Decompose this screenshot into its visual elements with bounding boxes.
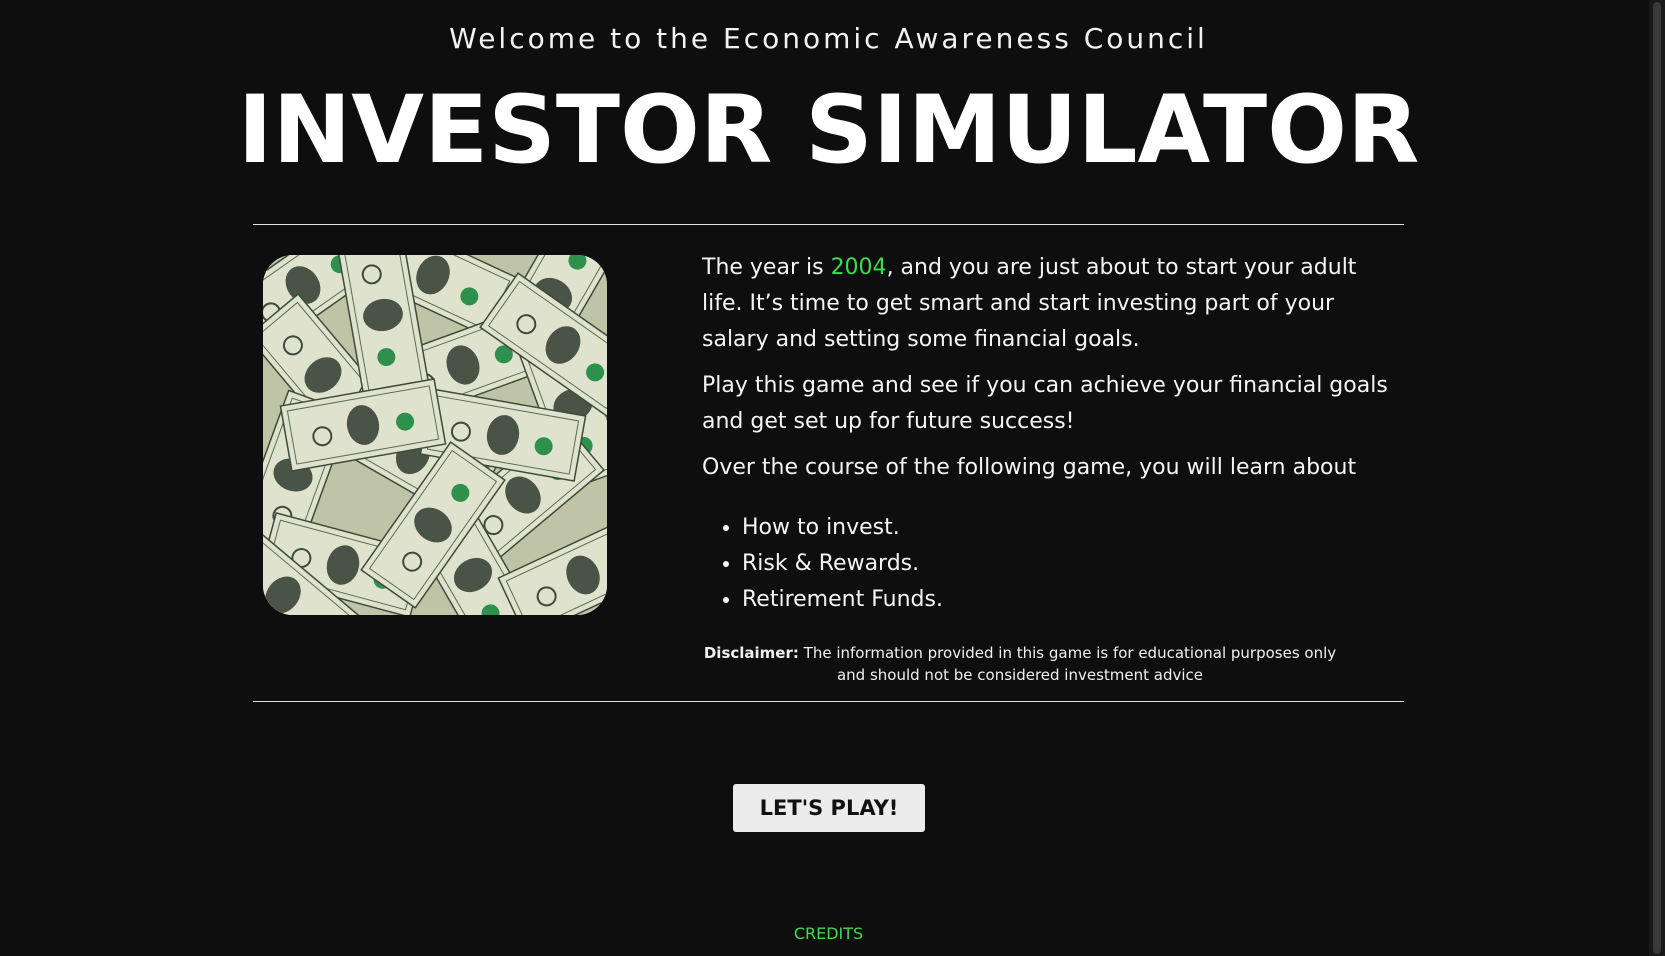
year-highlight: 2004 xyxy=(830,255,887,280)
page-title: INVESTOR SIMULATOR xyxy=(237,76,1420,185)
list-item: How to invest. xyxy=(742,510,1392,546)
scrollbar-thumb[interactable] xyxy=(1653,2,1661,954)
learn-list: How to invest. Risk & Rewards. Retiremen… xyxy=(702,510,1392,618)
list-item: Risk & Rewards. xyxy=(742,546,1392,582)
lets-play-button[interactable]: LET'S PLAY! xyxy=(733,784,925,832)
vertical-scrollbar[interactable] xyxy=(1649,0,1665,956)
intro-paragraph-3: Over the course of the following game, y… xyxy=(702,455,1357,480)
intro-text: The year is 2004, and you are just about… xyxy=(702,250,1392,618)
disclaimer: Disclaimer: The information provided in … xyxy=(702,642,1338,686)
page: Welcome to the Economic Awareness Counci… xyxy=(0,0,1665,956)
welcome-subtitle: Welcome to the Economic Awareness Counci… xyxy=(449,22,1208,55)
intro-p1-before: The year is xyxy=(702,255,831,280)
dollar-bills-image xyxy=(263,255,607,615)
disclaimer-text: The information provided in this game is… xyxy=(798,644,1337,684)
top-divider xyxy=(253,224,1404,225)
intro-paragraph-2: Play this game and see if you can achiev… xyxy=(702,373,1388,434)
credits-link[interactable]: CREDITS xyxy=(0,924,1657,943)
bottom-divider xyxy=(253,701,1404,702)
disclaimer-label: Disclaimer: xyxy=(703,644,799,662)
list-item: Retirement Funds. xyxy=(742,582,1392,618)
intro-paragraph-1: The year is 2004, and you are just about… xyxy=(702,250,1392,358)
